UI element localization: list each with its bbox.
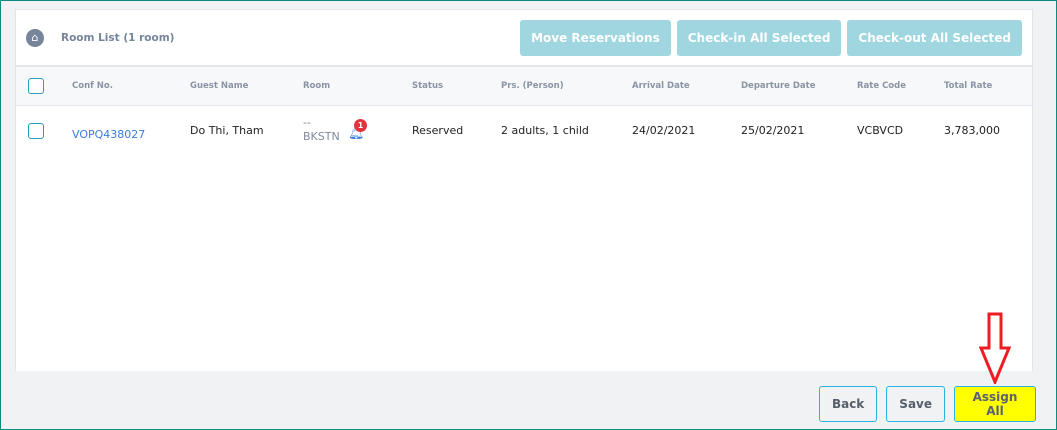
room-cell: -- BKSTN xyxy=(303,116,340,144)
total-rate: 3,783,000 xyxy=(944,124,1000,137)
notification-badge: 1 xyxy=(354,119,367,132)
status: Reserved xyxy=(412,124,464,137)
table-header: Conf No. Guest Name Room Status Prs. (Pe… xyxy=(16,67,1032,106)
conf-link[interactable]: VOPQ438027 xyxy=(72,128,145,141)
select-all-checkbox[interactable] xyxy=(28,78,44,94)
guest-name: Do Thi, Tham xyxy=(190,124,264,137)
check-out-all-button[interactable]: Check-out All Selected xyxy=(847,19,1022,56)
save-button[interactable]: Save xyxy=(886,386,945,422)
arrival-date: 24/02/2021 xyxy=(632,124,696,137)
assign-all-button[interactable]: Assign All xyxy=(954,386,1036,422)
back-button[interactable]: Back xyxy=(818,386,878,422)
col-room[interactable]: Room xyxy=(303,81,330,91)
departure-date: 25/02/2021 xyxy=(741,124,805,137)
panel-title: Room List (1 room) xyxy=(61,31,175,44)
col-total[interactable]: Total Rate xyxy=(944,81,992,91)
room-list-panel: ⌂ Room List (1 room) Move Reservations C… xyxy=(15,9,1033,371)
persons: 2 adults, 1 child xyxy=(501,124,589,137)
col-guest[interactable]: Guest Name xyxy=(190,81,248,91)
red-arrow-annotation-icon xyxy=(979,312,1011,384)
col-rate-code[interactable]: Rate Code xyxy=(857,81,906,91)
room-placeholder: -- xyxy=(303,116,311,129)
table-row[interactable]: VOPQ438027 Do Thi, Tham -- BKSTN 🔔︎ 1 Res… xyxy=(16,106,1032,156)
room-type: BKSTN xyxy=(303,130,340,143)
col-persons[interactable]: Prs. (Person) xyxy=(501,81,564,91)
footer-actions: Back Save Assign All xyxy=(818,386,1036,422)
col-status[interactable]: Status xyxy=(412,81,443,91)
check-in-all-button[interactable]: Check-in All Selected xyxy=(676,19,842,56)
home-icon[interactable]: ⌂ xyxy=(26,28,44,47)
panel-header: ⌂ Room List (1 room) Move Reservations C… xyxy=(16,10,1032,67)
rate-code: VCBVCD xyxy=(857,124,904,137)
col-conf[interactable]: Conf No. xyxy=(72,81,113,91)
col-arrival[interactable]: Arrival Date xyxy=(632,81,690,91)
move-reservations-button[interactable]: Move Reservations xyxy=(520,19,671,56)
row-checkbox[interactable] xyxy=(28,123,44,139)
col-departure[interactable]: Departure Date xyxy=(741,81,815,91)
